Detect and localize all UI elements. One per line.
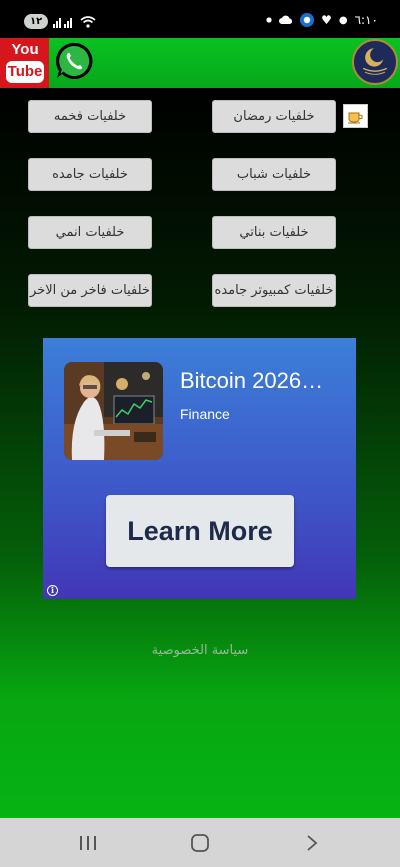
back-button[interactable] bbox=[282, 818, 342, 867]
ramadan-moon-logo bbox=[352, 39, 398, 85]
whatsapp-icon[interactable] bbox=[54, 41, 94, 81]
back-chevron-icon bbox=[307, 834, 318, 851]
cloud-icon bbox=[279, 15, 293, 24]
static-wallpapers-button[interactable]: خلفيات جامده bbox=[28, 158, 152, 191]
battery-badge: ١٢ bbox=[24, 14, 49, 29]
ad-thumbnail-image[interactable] bbox=[64, 362, 163, 460]
clock: ٦:١٠ bbox=[354, 13, 378, 27]
premium-wallpapers-button[interactable]: خلفيات فاخر من الاخر bbox=[28, 274, 152, 307]
girls-wallpapers-button[interactable]: خلفيات بناتي bbox=[212, 216, 336, 249]
status-left: ١٢ bbox=[24, 14, 96, 29]
youtube-logo-you: You bbox=[11, 41, 39, 58]
youtube-logo-tube: Tube bbox=[6, 61, 44, 83]
youtube-icon[interactable]: You Tube bbox=[0, 38, 49, 88]
wifi-icon bbox=[80, 15, 96, 28]
ad-title[interactable]: Bitcoin 2026… bbox=[180, 368, 323, 394]
signal-icon bbox=[53, 17, 73, 28]
computer-wallpapers-button[interactable]: خلفيات كمبيوتر جامده bbox=[212, 274, 336, 307]
youth-wallpapers-button[interactable]: خلفيات شباب bbox=[212, 158, 336, 191]
anime-wallpapers-button[interactable]: خلفيات انمي bbox=[28, 216, 152, 249]
learn-more-button[interactable]: Learn More bbox=[106, 495, 294, 567]
luxury-wallpapers-button[interactable]: خلفيات فخمه bbox=[28, 100, 152, 133]
privacy-policy-link[interactable]: سياسة الخصوصية bbox=[0, 643, 400, 658]
notification-dot-icon: ● bbox=[338, 14, 348, 26]
home-button[interactable] bbox=[170, 818, 230, 867]
ad-subtitle: Finance bbox=[180, 406, 230, 422]
coffee-cup-icon[interactable] bbox=[343, 104, 368, 128]
ramadan-wallpapers-button[interactable]: خلفيات رمضان bbox=[212, 100, 336, 133]
home-icon bbox=[191, 833, 209, 852]
recent-apps-icon bbox=[80, 835, 96, 850]
status-bar: ١٢ ♥ ● ٦:١٠ bbox=[0, 0, 400, 38]
ad-banner[interactable]: Bitcoin 2026… Finance Learn More i bbox=[43, 338, 356, 599]
cup-icon bbox=[348, 112, 363, 124]
status-right: ♥ ● ٦:١٠ bbox=[266, 13, 378, 27]
system-navigation-bar bbox=[0, 818, 400, 867]
heart-icon: ♥ bbox=[321, 13, 332, 27]
ad-info-icon[interactable]: i bbox=[47, 585, 58, 596]
app-header: You Tube bbox=[0, 38, 400, 88]
app-notification-icon bbox=[300, 13, 315, 27]
recent-apps-button[interactable] bbox=[58, 818, 118, 867]
dot-icon bbox=[266, 17, 272, 23]
